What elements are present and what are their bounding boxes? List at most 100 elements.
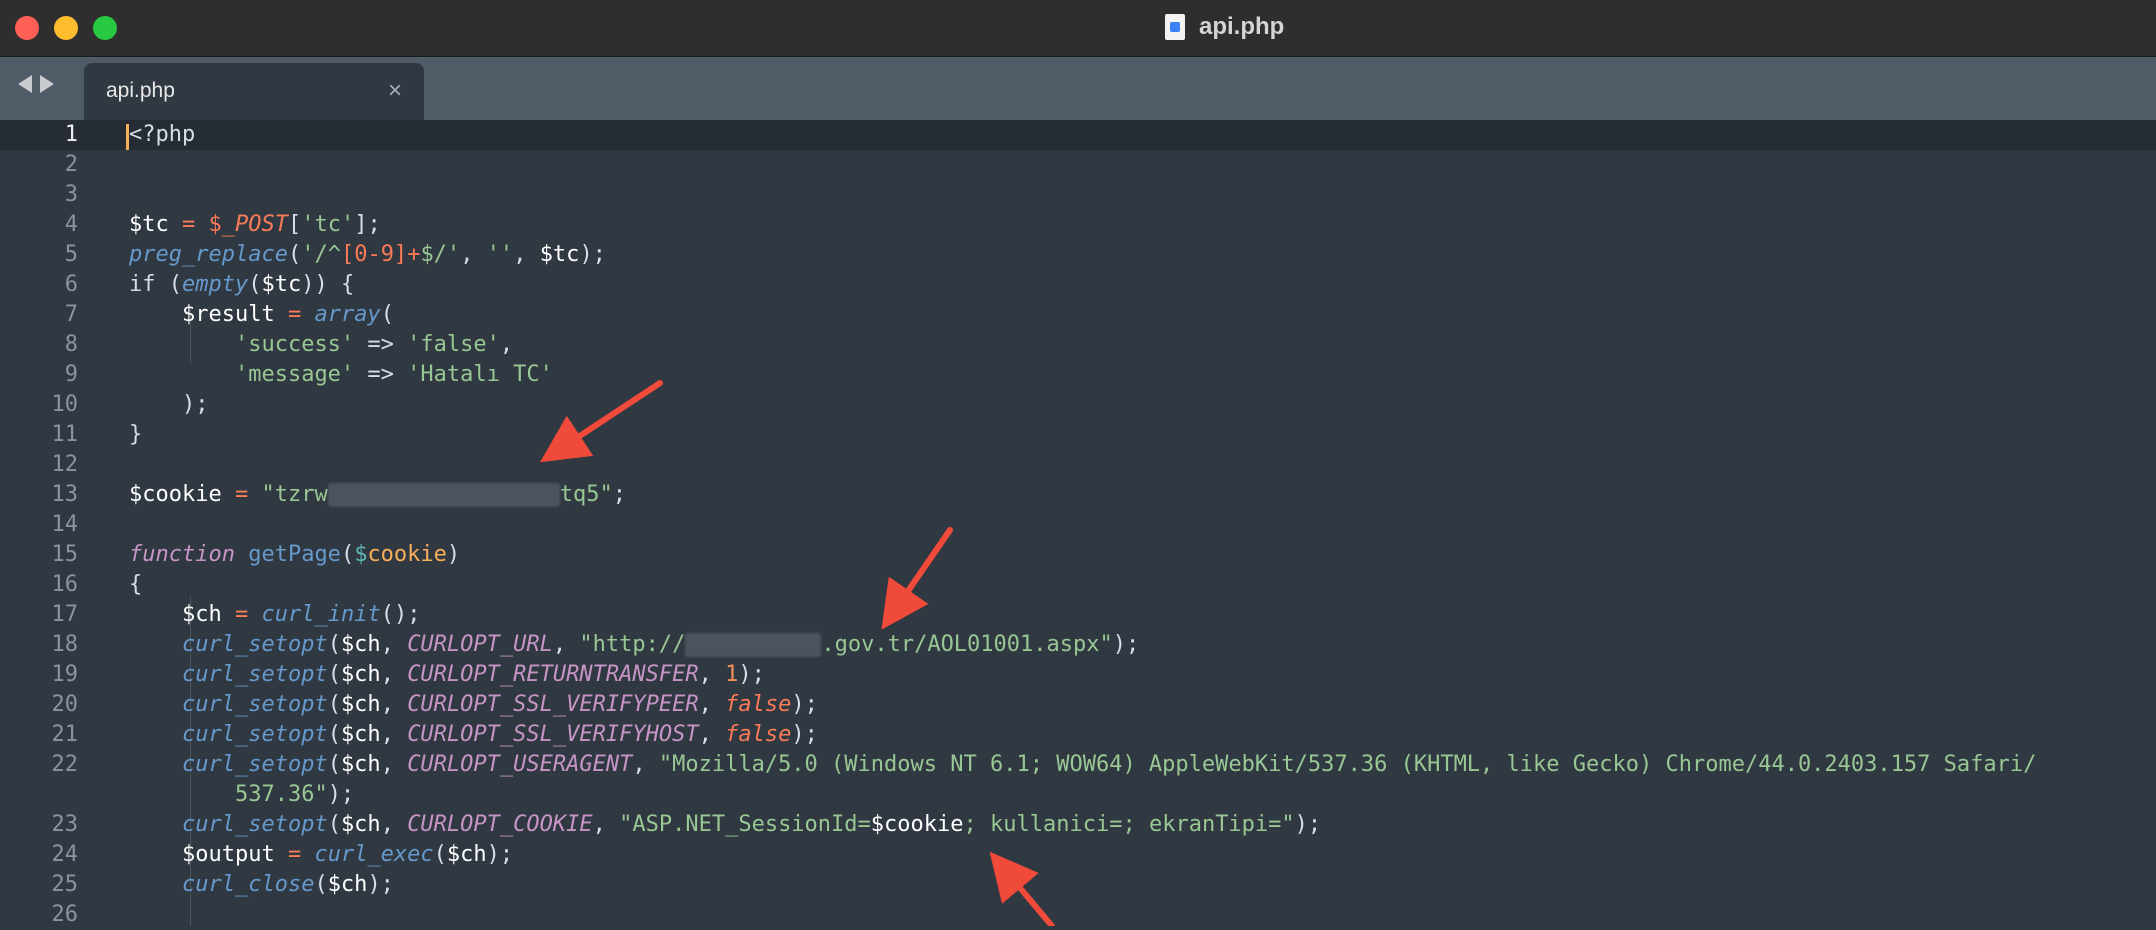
code-token: .gov.tr/AOL01001.aspx" bbox=[821, 632, 1113, 657]
line-number: 18 bbox=[51, 632, 79, 657]
window-minimize-button[interactable] bbox=[54, 16, 78, 40]
code-token: ) bbox=[446, 542, 461, 567]
code-token: ( bbox=[433, 842, 447, 867]
redacted-text bbox=[327, 483, 560, 507]
code-token: $ bbox=[208, 212, 222, 237]
code-token: ( bbox=[287, 242, 302, 267]
code-token: ); bbox=[738, 662, 765, 687]
code-line: 21 curl_setopt($ch, CURLOPT_SSL_VERIFYHO… bbox=[0, 720, 2156, 750]
code-token: CURLOPT_RETURNTRANSFER bbox=[407, 662, 699, 687]
code-token: ); bbox=[1112, 632, 1140, 657]
code-token: ); bbox=[1294, 812, 1322, 837]
code-token: => bbox=[354, 362, 408, 387]
code-token: $ bbox=[354, 542, 368, 567]
code-line: 2 bbox=[0, 150, 2156, 180]
code-token: )) { bbox=[301, 272, 355, 297]
line-number: 4 bbox=[64, 212, 78, 237]
code-token: ( bbox=[327, 632, 341, 657]
code-token: , bbox=[380, 722, 408, 747]
code-token: false bbox=[725, 692, 792, 717]
code-token: '/^ bbox=[301, 242, 341, 267]
code-token: 'success' bbox=[234, 332, 355, 357]
code-token: curl_setopt bbox=[181, 752, 328, 777]
code-line: 17 $ch = curl_init(); bbox=[0, 600, 2156, 630]
line-number: 12 bbox=[51, 452, 79, 477]
code-line: 4 $tc = $_POST['tc']; bbox=[0, 210, 2156, 240]
code-line: 12 bbox=[0, 450, 2156, 480]
code-token: $ch bbox=[340, 692, 381, 717]
code-token: , bbox=[592, 812, 620, 837]
window-maximize-button[interactable] bbox=[93, 16, 117, 40]
line-number: 8 bbox=[64, 332, 78, 357]
code-token: ( bbox=[327, 662, 341, 687]
code-token: 'message' bbox=[234, 362, 355, 387]
code-token: 'Hatalı TC' bbox=[407, 362, 553, 387]
code-line: 9 'message' => 'Hatalı TC' bbox=[0, 360, 2156, 390]
code-line: 13 $cookie = "tzrw tq5"; bbox=[0, 480, 2156, 510]
code-token: $output bbox=[181, 842, 275, 867]
line-number: 16 bbox=[51, 572, 79, 597]
code-token: = bbox=[274, 842, 315, 867]
code-token: _POST bbox=[221, 212, 288, 237]
code-token: $/' bbox=[420, 242, 461, 267]
code-token: "ASP.NET_SessionId= bbox=[619, 812, 871, 837]
code-token: false bbox=[725, 722, 792, 747]
line-number: 15 bbox=[51, 542, 79, 567]
line-number: 20 bbox=[51, 692, 79, 717]
code-line: 24 $output = curl_exec($ch); bbox=[0, 840, 2156, 870]
code-token: ); bbox=[486, 842, 514, 867]
code-line: 3 bbox=[0, 180, 2156, 210]
code-token: ); bbox=[327, 782, 355, 807]
tab-navigation bbox=[18, 75, 54, 93]
code-token: curl_setopt bbox=[181, 632, 328, 657]
line-number: 19 bbox=[51, 662, 79, 687]
forward-arrow-icon[interactable] bbox=[40, 75, 54, 93]
line-number: 11 bbox=[51, 422, 79, 447]
line-number: 10 bbox=[51, 392, 79, 417]
code-token: ; bbox=[612, 482, 626, 507]
line-number: 3 bbox=[64, 182, 78, 207]
code-token: , bbox=[632, 752, 659, 777]
code-token: , bbox=[698, 692, 726, 717]
tab-bar: api.php × bbox=[0, 57, 2156, 120]
code-token: '' bbox=[486, 242, 514, 267]
code-token: ( bbox=[340, 542, 355, 567]
code-token: curl_exec bbox=[314, 842, 434, 867]
code-token: , bbox=[460, 242, 487, 267]
code-line: 5 preg_replace('/^[0-9]+$/', '', $tc); bbox=[0, 240, 2156, 270]
code-token: cookie bbox=[367, 542, 447, 567]
title-bar: api.php bbox=[0, 0, 2156, 57]
code-token: curl_setopt bbox=[181, 722, 328, 747]
tab-api-php[interactable]: api.php × bbox=[84, 63, 424, 120]
code-token: CURLOPT_URL bbox=[407, 632, 553, 657]
close-icon[interactable]: × bbox=[388, 77, 402, 105]
code-token: if ( bbox=[129, 272, 182, 297]
code-token: [ bbox=[287, 212, 302, 237]
code-token: ); bbox=[791, 722, 818, 747]
code-line: 1 <?php bbox=[0, 120, 2156, 150]
code-token: , bbox=[380, 662, 408, 687]
code-token: ); bbox=[579, 242, 606, 267]
code-token: + bbox=[407, 242, 421, 267]
code-token: = bbox=[221, 482, 262, 507]
code-token: $tc bbox=[129, 212, 169, 237]
code-editor[interactable]: 1 <?php 2 3 4 $tc = $_POST['tc']; 5 preg… bbox=[0, 120, 2156, 927]
code-token: ( bbox=[327, 722, 341, 747]
back-arrow-icon[interactable] bbox=[18, 75, 32, 93]
line-number: 14 bbox=[51, 512, 79, 537]
code-token: $cookie bbox=[129, 482, 222, 507]
code-line: 11 } bbox=[0, 420, 2156, 450]
code-token: empty bbox=[181, 272, 249, 297]
line-number: 1 bbox=[64, 122, 78, 147]
code-token: "Mozilla/5.0 (Windows NT 6.1; WOW64) App… bbox=[658, 752, 2037, 777]
code-token: $ch bbox=[340, 662, 381, 687]
code-token: 537.36" bbox=[234, 782, 328, 807]
code-token: $ch bbox=[340, 812, 381, 837]
code-token: , bbox=[698, 722, 726, 747]
code-line: 14 bbox=[0, 510, 2156, 540]
code-token: = bbox=[168, 212, 209, 237]
code-text: <?php bbox=[129, 122, 196, 147]
window-close-button[interactable] bbox=[15, 16, 39, 40]
code-token: $ch bbox=[327, 872, 368, 897]
code-line: 22 curl_setopt($ch, CURLOPT_USERAGENT, "… bbox=[0, 750, 2156, 780]
